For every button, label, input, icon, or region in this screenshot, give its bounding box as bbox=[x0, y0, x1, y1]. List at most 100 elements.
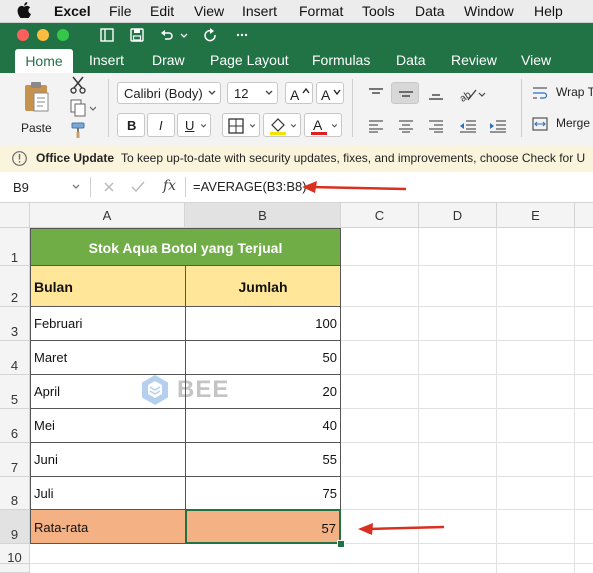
table-row-total[interactable]: 100 bbox=[185, 306, 341, 341]
redo-icon[interactable] bbox=[203, 28, 217, 42]
title-bar bbox=[0, 23, 593, 47]
tab-home[interactable]: Home bbox=[15, 49, 73, 73]
zoom-window-button[interactable] bbox=[57, 29, 69, 41]
tab-view[interactable]: View bbox=[521, 52, 551, 68]
tab-draw[interactable]: Draw bbox=[152, 52, 185, 68]
menu-insert[interactable]: Insert bbox=[242, 3, 277, 19]
table-row-month[interactable]: Juli bbox=[30, 476, 186, 510]
sidebar-toggle-icon[interactable] bbox=[100, 28, 114, 42]
undo-icon[interactable] bbox=[160, 28, 174, 42]
column-header-d[interactable]: D bbox=[419, 203, 497, 228]
more-options-icon[interactable] bbox=[235, 28, 249, 42]
bee-logo-icon bbox=[142, 375, 168, 405]
tab-insert[interactable]: Insert bbox=[89, 52, 124, 68]
menu-edit[interactable]: Edit bbox=[150, 3, 174, 19]
merge-cells-icon bbox=[532, 117, 548, 131]
table-row-month[interactable]: Juni bbox=[30, 442, 186, 477]
menu-file[interactable]: File bbox=[109, 3, 132, 19]
wrap-text-button[interactable]: Wrap T bbox=[530, 82, 593, 104]
menu-format[interactable]: Format bbox=[299, 3, 343, 19]
row-header-8[interactable]: 8 bbox=[0, 477, 30, 510]
tab-formulas[interactable]: Formulas bbox=[312, 52, 370, 68]
row-header-5[interactable]: 5 bbox=[0, 375, 30, 409]
menu-view[interactable]: View bbox=[194, 3, 224, 19]
row-header-11[interactable] bbox=[0, 564, 30, 573]
save-icon[interactable] bbox=[130, 28, 144, 42]
table-title-cell[interactable]: Stok Aqua Botol yang Terjual bbox=[30, 228, 341, 266]
font-name-select[interactable]: Calibri (Body) bbox=[117, 82, 221, 104]
align-center-button[interactable] bbox=[391, 113, 419, 137]
cut-icon[interactable] bbox=[70, 76, 86, 94]
gridline bbox=[30, 563, 593, 564]
row-header-10[interactable]: 10 bbox=[0, 544, 30, 565]
row-header-2[interactable]: 2 bbox=[0, 266, 30, 307]
table-row-month[interactable]: Mei bbox=[30, 408, 186, 443]
format-painter-icon[interactable] bbox=[70, 121, 88, 139]
column-header-b[interactable]: B bbox=[185, 203, 341, 228]
row-header-6[interactable]: 6 bbox=[0, 409, 30, 443]
wrap-text-label: Wrap T bbox=[556, 85, 593, 99]
insert-function-button[interactable]: fx bbox=[163, 178, 176, 194]
minimize-window-button[interactable] bbox=[37, 29, 49, 41]
align-top-button[interactable] bbox=[361, 82, 389, 104]
column-header-f[interactable] bbox=[575, 203, 593, 228]
orientation-button[interactable]: ab bbox=[453, 82, 489, 104]
merge-button[interactable]: Merge bbox=[530, 113, 593, 135]
formula-separator bbox=[90, 177, 91, 197]
row-header-4[interactable]: 4 bbox=[0, 341, 30, 375]
column-header-c[interactable]: C bbox=[341, 203, 419, 228]
apple-icon[interactable] bbox=[17, 2, 31, 18]
row-header-1[interactable]: 1 bbox=[0, 228, 30, 266]
select-all-corner[interactable] bbox=[0, 203, 30, 228]
align-left-button[interactable] bbox=[361, 113, 389, 137]
tab-data[interactable]: Data bbox=[396, 52, 426, 68]
name-box[interactable]: B9 bbox=[0, 174, 86, 200]
table-row-total[interactable]: 55 bbox=[185, 442, 341, 477]
table-row-month[interactable]: Maret bbox=[30, 340, 186, 375]
font-color-button[interactable]: A bbox=[304, 113, 342, 137]
font-size-select[interactable]: 12 bbox=[227, 82, 278, 104]
tab-review[interactable]: Review bbox=[451, 52, 497, 68]
align-right-button[interactable] bbox=[421, 113, 449, 137]
fill-color-button[interactable] bbox=[263, 113, 301, 137]
table-row-total[interactable]: 75 bbox=[185, 476, 341, 510]
ribbon-separator bbox=[108, 79, 109, 137]
average-label-cell[interactable]: Rata-rata bbox=[30, 509, 186, 544]
align-middle-button[interactable] bbox=[391, 82, 419, 104]
increase-font-size-button[interactable]: A bbox=[285, 82, 313, 104]
borders-button[interactable] bbox=[222, 113, 260, 137]
bold-button[interactable]: B bbox=[117, 113, 145, 137]
menu-help[interactable]: Help bbox=[534, 3, 563, 19]
underline-button[interactable]: U bbox=[177, 113, 211, 137]
average-value-cell[interactable]: 57 bbox=[185, 509, 341, 544]
menu-window[interactable]: Window bbox=[464, 3, 514, 19]
copy-icon[interactable] bbox=[70, 99, 96, 117]
menu-tools[interactable]: Tools bbox=[362, 3, 395, 19]
italic-button[interactable]: I bbox=[147, 113, 175, 137]
increase-indent-icon bbox=[490, 120, 506, 133]
header-month-cell[interactable]: Bulan bbox=[30, 265, 186, 307]
table-row-total[interactable]: 40 bbox=[185, 408, 341, 443]
increase-indent-button[interactable] bbox=[483, 113, 511, 137]
decrease-indent-button[interactable] bbox=[453, 113, 481, 137]
tab-page-layout[interactable]: Page Layout bbox=[210, 52, 289, 68]
column-header-a[interactable]: A bbox=[30, 203, 185, 228]
paste-button[interactable]: Paste bbox=[14, 79, 62, 137]
column-header-e[interactable]: E bbox=[497, 203, 575, 228]
row-header-7[interactable]: 7 bbox=[0, 443, 30, 477]
align-bottom-button[interactable] bbox=[421, 82, 449, 104]
close-window-button[interactable] bbox=[17, 29, 29, 41]
menu-data[interactable]: Data bbox=[415, 3, 445, 19]
undo-dropdown-icon[interactable] bbox=[179, 28, 189, 42]
enter-formula-icon[interactable] bbox=[131, 181, 145, 193]
header-total-cell[interactable]: Jumlah bbox=[185, 265, 341, 307]
row-header-9[interactable]: 9 bbox=[0, 510, 30, 544]
menu-excel[interactable]: Excel bbox=[54, 3, 91, 19]
fill-handle[interactable] bbox=[337, 540, 345, 548]
formula-input[interactable]: =AVERAGE(B3:B8) bbox=[193, 179, 307, 194]
table-row-month[interactable]: Februari bbox=[30, 306, 186, 341]
table-row-total[interactable]: 50 bbox=[185, 340, 341, 375]
cancel-formula-icon[interactable] bbox=[103, 181, 115, 193]
row-header-3[interactable]: 3 bbox=[0, 307, 30, 341]
decrease-font-size-button[interactable]: A bbox=[316, 82, 344, 104]
